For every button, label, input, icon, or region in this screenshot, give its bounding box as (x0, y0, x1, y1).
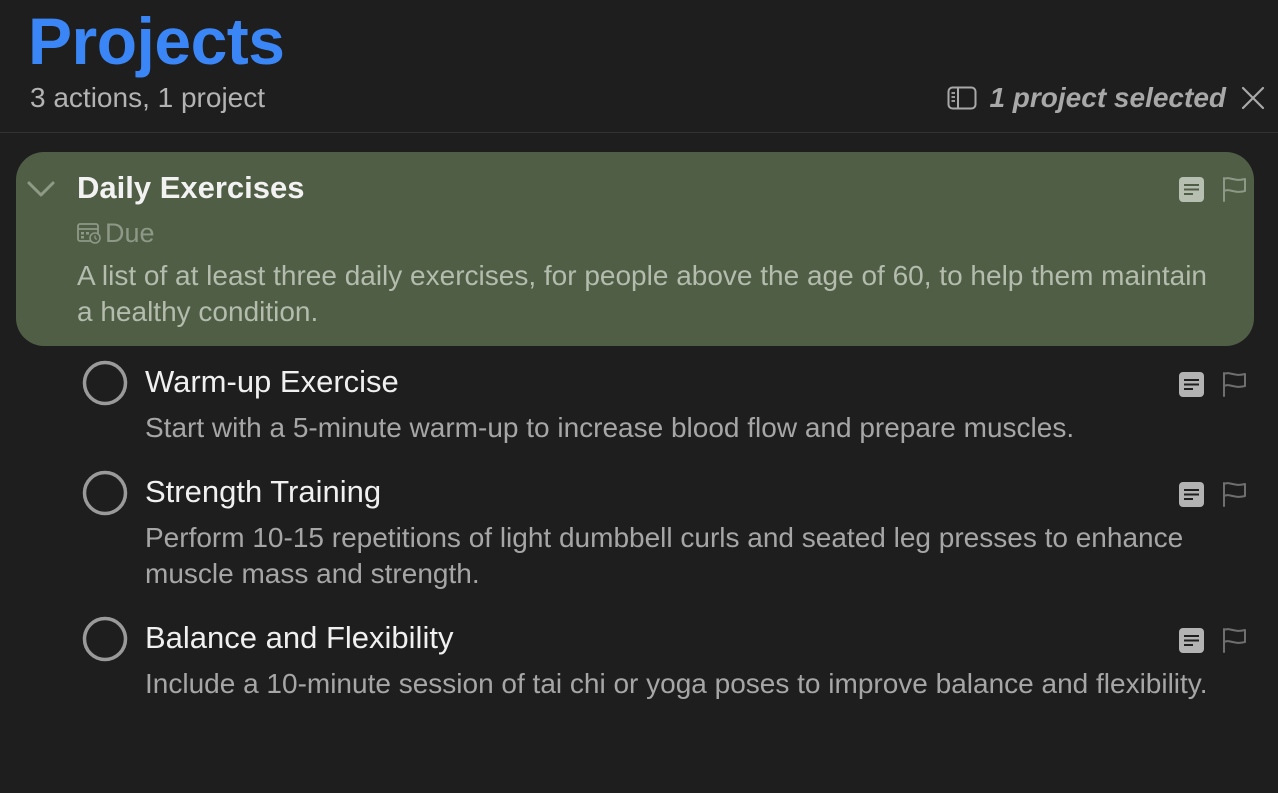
sidebar-icon[interactable] (947, 86, 977, 110)
flag-icon[interactable] (1222, 481, 1247, 507)
flag-icon[interactable] (1222, 627, 1247, 653)
project-row-icons (1179, 176, 1247, 202)
clear-selection-button[interactable] (1238, 83, 1268, 113)
task-checkbox[interactable] (82, 470, 128, 516)
task-checkbox[interactable] (82, 616, 128, 662)
due-date-field[interactable]: Due (77, 216, 155, 250)
note-icon[interactable] (1179, 627, 1204, 653)
task-title[interactable]: Strength Training (145, 472, 381, 512)
note-icon[interactable] (1179, 176, 1204, 202)
selection-bar: 1 project selected (947, 80, 1268, 116)
header: Projects 3 actions, 1 project 1 project … (0, 0, 1278, 133)
flag-icon[interactable] (1222, 371, 1247, 397)
due-label: Due (105, 218, 155, 248)
task-row-icons (1179, 627, 1247, 653)
task-row-icons (1179, 481, 1247, 507)
selection-status: 1 project selected (989, 82, 1226, 113)
task-checkbox[interactable] (82, 360, 128, 406)
chevron-down-icon[interactable] (26, 174, 56, 204)
close-icon (1241, 86, 1265, 110)
task-note[interactable]: Include a 10-minute session of tai chi o… (145, 666, 1255, 702)
project-row[interactable]: Daily Exercises Due A list of at least t… (16, 152, 1254, 346)
task-title[interactable]: Balance and Flexibility (145, 618, 453, 658)
task-note[interactable]: Start with a 5-minute warm-up to increas… (145, 410, 1255, 446)
projects-view: Projects 3 actions, 1 project 1 project … (0, 0, 1278, 793)
project-title[interactable]: Daily Exercises (77, 168, 305, 208)
note-icon[interactable] (1179, 481, 1204, 507)
task-row-icons (1179, 371, 1247, 397)
summary-count: 3 actions, 1 project (30, 82, 266, 113)
task-note[interactable]: Perform 10-15 repetitions of light dumbb… (145, 520, 1255, 592)
flag-icon[interactable] (1222, 176, 1247, 202)
calendar-icon (77, 223, 101, 244)
note-icon[interactable] (1179, 371, 1204, 397)
task-title[interactable]: Warm-up Exercise (145, 362, 399, 402)
page-title: Projects (28, 4, 285, 78)
project-note[interactable]: A list of at least three daily exercises… (77, 258, 1227, 330)
